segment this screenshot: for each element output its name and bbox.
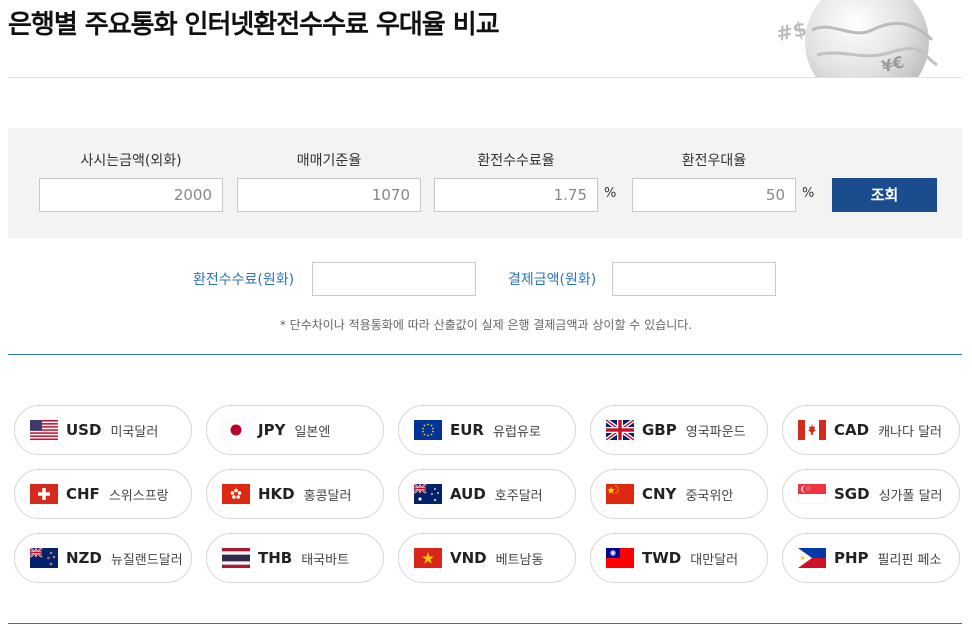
currency-name: 대만달러 <box>690 552 739 568</box>
amount-label: 사시는금액(외화) <box>80 153 182 169</box>
th-flag-icon <box>222 548 250 568</box>
cn-flag-icon <box>606 484 634 504</box>
currency-cny-button[interactable]: CNY 중국위안 <box>590 469 768 519</box>
currency-code: USD <box>66 421 102 439</box>
currency-name: 홍콩달러 <box>303 488 352 504</box>
currency-eur-button[interactable]: EUR 유럽유로 <box>398 405 576 455</box>
currency-name: 호주달러 <box>494 488 543 504</box>
currency-thb-button[interactable]: THB 태국바트 <box>206 533 384 583</box>
fee-result-field[interactable] <box>312 262 476 296</box>
currency-name: 유럽유로 <box>492 424 541 440</box>
currency-vnd-button[interactable]: VND 베트남동 <box>398 533 576 583</box>
currency-name: 스위스프랑 <box>108 488 169 504</box>
us-flag-icon <box>30 420 58 440</box>
vn-flag-icon <box>414 548 442 568</box>
disclaimer-note: * 단수차이나 적용통화에 따라 산출값이 실제 은행 결제금액과 상이할 수 … <box>279 318 693 332</box>
currency-name: 미국달러 <box>110 424 159 440</box>
hk-flag-icon <box>222 484 250 504</box>
payment-result-label: 결제금액(원화) <box>508 272 597 288</box>
section-divider <box>8 354 962 355</box>
discount-rate-unit: % <box>802 186 815 201</box>
ch-flag-icon <box>30 484 58 504</box>
currency-name: 일본엔 <box>294 424 331 440</box>
fee-result-label: 환전수수료(원화) <box>193 272 295 288</box>
page-title: 은행별 주요통화 인터넷환전수수료 우대율 비교 <box>8 10 500 40</box>
jp-flag-icon <box>222 420 250 440</box>
nz-flag-icon <box>30 548 58 568</box>
discount-rate-input[interactable]: 50 <box>632 178 796 212</box>
currency-aud-button[interactable]: AUD 호주달러 <box>398 469 576 519</box>
currency-code: CAD <box>834 421 870 439</box>
currency-twd-button[interactable]: TWD 대만달러 <box>590 533 768 583</box>
svg-text:#$: #$ <box>774 16 809 46</box>
currency-code: AUD <box>450 485 486 503</box>
currency-name: 영국파운드 <box>685 424 746 440</box>
bottom-divider <box>8 623 962 624</box>
currency-cad-button[interactable]: CAD 캐나다 달러 <box>782 405 960 455</box>
currency-gbp-button[interactable]: GBP 영국파운드 <box>590 405 768 455</box>
currency-name: 태국바트 <box>301 552 350 568</box>
base-rate-input[interactable]: 1070 <box>237 178 421 212</box>
discount-rate-label: 환전우대율 <box>681 153 747 169</box>
currency-name: 뉴질랜드달러 <box>110 552 183 568</box>
globe-logo-icon: #$ ¥€ <box>772 0 942 78</box>
currency-code: VND <box>450 549 487 567</box>
currency-name: 베트남동 <box>495 552 544 568</box>
currency-code: SGD <box>834 485 870 503</box>
fee-rate-label: 환전수수료율 <box>477 153 555 169</box>
currency-name: 필리핀 페소 <box>877 552 942 568</box>
currency-code: HKD <box>258 485 295 503</box>
ph-flag-icon <box>798 548 826 568</box>
fee-rate-unit: % <box>604 186 617 201</box>
header-divider <box>8 77 962 78</box>
currency-code: THB <box>258 549 293 567</box>
currency-nzd-button[interactable]: NZD 뉴질랜드달러 <box>14 533 192 583</box>
currency-chf-button[interactable]: CHF 스위스프랑 <box>14 469 192 519</box>
au-flag-icon <box>414 484 442 504</box>
eu-flag-icon <box>414 420 442 440</box>
currency-code: JPY <box>258 421 286 439</box>
currency-jpy-button[interactable]: JPY 일본엔 <box>206 405 384 455</box>
currency-code: NZD <box>66 549 102 567</box>
sg-flag-icon <box>798 484 826 504</box>
currency-sgd-button[interactable]: SGD 싱가폴 달러 <box>782 469 960 519</box>
query-button[interactable]: 조회 <box>832 178 937 212</box>
amount-input[interactable]: 2000 <box>39 178 223 212</box>
tw-flag-icon <box>606 548 634 568</box>
currency-code: CHF <box>66 485 100 503</box>
gb-flag-icon <box>606 420 634 440</box>
currency-hkd-button[interactable]: HKD 홍콩달러 <box>206 469 384 519</box>
currency-code: EUR <box>450 421 484 439</box>
currency-code: TWD <box>642 549 682 567</box>
base-rate-label: 매매기준율 <box>296 153 362 169</box>
currency-code: PHP <box>834 549 869 567</box>
currency-name: 캐나다 달러 <box>878 424 943 440</box>
currency-php-button[interactable]: PHP 필리핀 페소 <box>782 533 960 583</box>
ca-flag-icon <box>798 420 826 440</box>
currency-code: GBP <box>642 421 677 439</box>
currency-name: 중국위안 <box>685 488 734 504</box>
currency-name: 싱가폴 달러 <box>878 488 943 504</box>
payment-result-field[interactable] <box>612 262 776 296</box>
fee-rate-input[interactable]: 1.75 <box>434 178 598 212</box>
currency-usd-button[interactable]: USD 미국달러 <box>14 405 192 455</box>
currency-code: CNY <box>642 485 677 503</box>
